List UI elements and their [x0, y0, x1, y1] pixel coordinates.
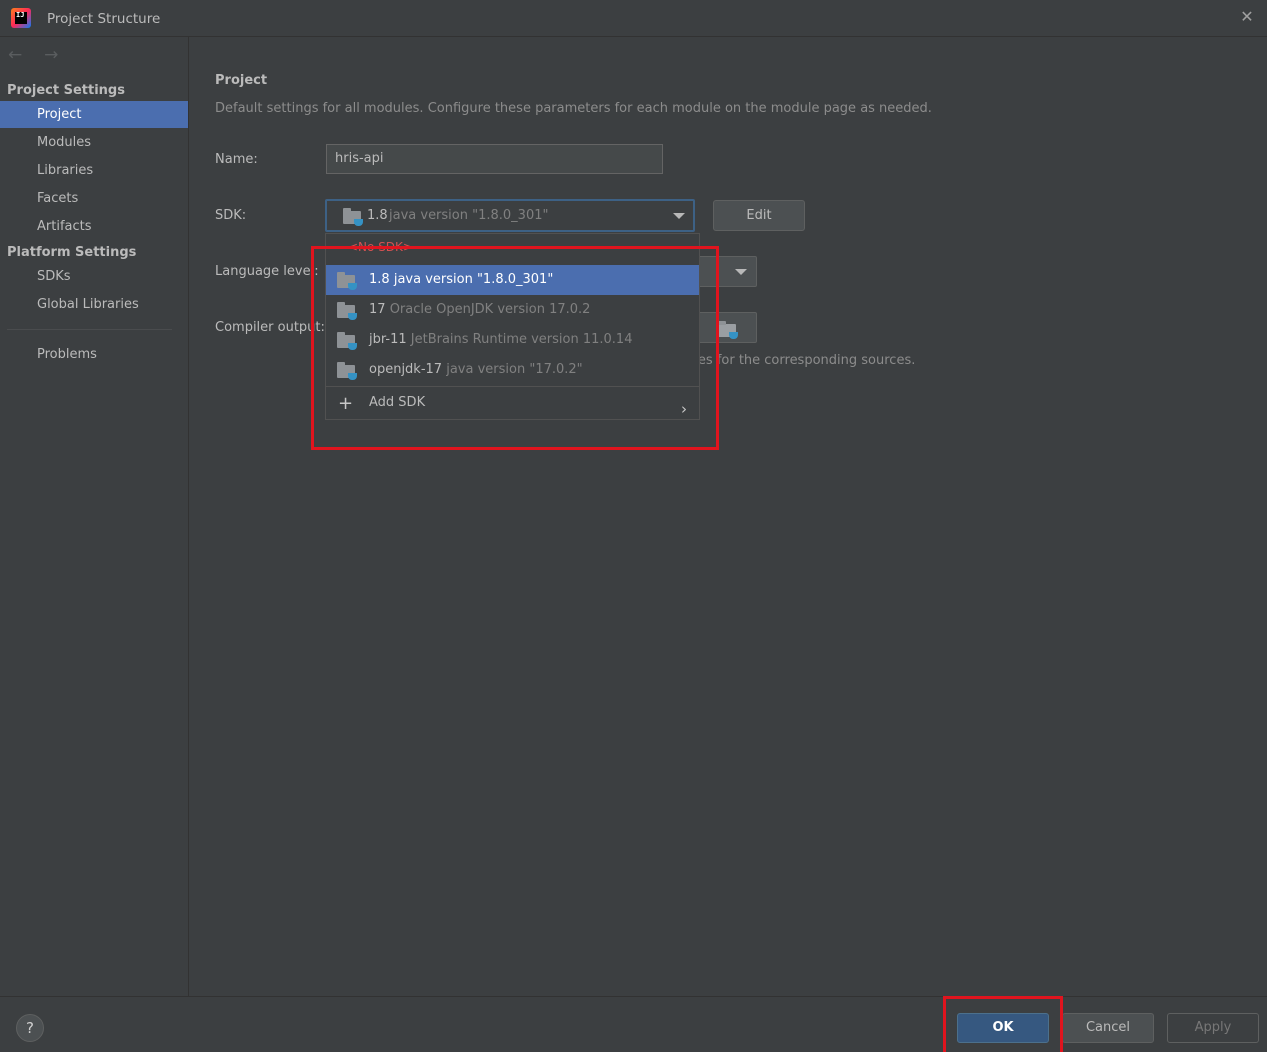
sdk-folder-icon — [337, 302, 357, 320]
sdk-folder-icon — [337, 272, 357, 290]
sdk-folder-icon — [343, 208, 363, 226]
add-sdk-label: Add SDK — [369, 395, 426, 410]
project-settings-header: Project Settings — [7, 83, 125, 98]
sdk-option-17[interactable]: 17 Oracle OpenJDK version 17.0.2 — [326, 295, 699, 325]
forward-arrow-icon[interactable]: → — [44, 45, 62, 65]
add-sdk-option[interactable]: + Add SDK › — [326, 388, 699, 419]
platform-settings-header: Platform Settings — [7, 245, 137, 260]
sidebar-item-project[interactable]: Project — [0, 101, 188, 128]
sdk-label: SDK: — [215, 208, 247, 223]
sidebar-item-modules[interactable]: Modules — [0, 129, 188, 156]
close-icon[interactable]: ✕ — [1240, 9, 1254, 25]
chevron-right-icon: › — [681, 400, 687, 418]
chevron-down-icon — [673, 213, 685, 219]
sdk-folder-icon — [337, 332, 357, 350]
title-bar: IJ Project Structure ✕ — [0, 0, 1267, 37]
sdk-option-detail: JetBrains Runtime version 11.0.14 — [410, 332, 633, 347]
apply-button[interactable]: Apply — [1167, 1013, 1259, 1043]
cancel-button[interactable]: Cancel — [1062, 1013, 1154, 1043]
dropdown-divider — [326, 386, 699, 387]
sidebar-item-global-libraries[interactable]: Global Libraries — [0, 291, 188, 318]
sdk-option-name: openjdk-17 — [369, 362, 443, 377]
sidebar-item-problems[interactable]: Problems — [0, 341, 188, 368]
nav-arrows: ← → — [8, 45, 76, 65]
compiler-output-label: Compiler output: — [215, 320, 325, 335]
sdk-option-name: 17 — [369, 302, 386, 317]
sdk-folder-icon — [337, 362, 357, 380]
main-panel: Project Default settings for all modules… — [190, 37, 1267, 996]
sdk-selected-name: 1.8 — [367, 208, 388, 223]
sidebar-item-facets[interactable]: Facets — [0, 185, 188, 212]
window-title: Project Structure — [47, 11, 161, 27]
sidebar-item-sdks[interactable]: SDKs — [0, 263, 188, 290]
project-structure-dialog: IJ Project Structure ✕ ← → Project Setti… — [0, 0, 1267, 1052]
page-title: Project — [215, 73, 268, 88]
sdk-dropdown-list: <No SDK> 1.8 java version "1.8.0_301" 17… — [325, 233, 700, 420]
page-description: Default settings for all modules. Config… — [215, 101, 932, 116]
sidebar-divider — [7, 329, 172, 330]
plus-icon: + — [338, 393, 354, 414]
sdk-option-name: jbr-11 — [369, 332, 407, 347]
ok-button[interactable]: OK — [957, 1013, 1049, 1043]
compiler-output-hint: ories for the corresponding sources. — [681, 353, 916, 368]
sdk-option-detail: java version "1.8.0_301" — [393, 272, 554, 287]
language-level-label: Language level: — [215, 264, 319, 279]
sidebar-item-artifacts[interactable]: Artifacts — [0, 213, 188, 240]
sidebar-item-libraries[interactable]: Libraries — [0, 157, 188, 184]
no-sdk-option[interactable]: <No SDK> — [348, 240, 413, 254]
sdk-select[interactable]: 1.8 java version "1.8.0_301" — [325, 199, 695, 232]
name-label: Name: — [215, 152, 258, 167]
dialog-footer: ? OK Cancel Apply — [0, 996, 1267, 1052]
sdk-selected-detail: java version "1.8.0_301" — [389, 208, 549, 223]
intellij-logo-icon: IJ — [11, 8, 31, 28]
back-arrow-icon[interactable]: ← — [8, 45, 26, 65]
sdk-option-1-8[interactable]: 1.8 java version "1.8.0_301" — [326, 265, 699, 295]
browse-folder-icon — [718, 321, 738, 339]
help-icon[interactable]: ? — [16, 1014, 44, 1042]
sidebar: ← → Project Settings Project Modules Lib… — [0, 37, 189, 996]
name-field[interactable]: hris-api — [326, 144, 663, 174]
sdk-option-name: 1.8 — [369, 272, 390, 287]
sdk-option-openjdk-17[interactable]: openjdk-17 java version "17.0.2" — [326, 355, 699, 385]
chevron-down-icon — [735, 269, 747, 275]
sdk-option-detail: java version "17.0.2" — [446, 362, 583, 377]
edit-sdk-button[interactable]: Edit — [713, 200, 805, 231]
sdk-option-detail: Oracle OpenJDK version 17.0.2 — [389, 302, 591, 317]
sdk-option-jbr-11[interactable]: jbr-11 JetBrains Runtime version 11.0.14 — [326, 325, 699, 355]
